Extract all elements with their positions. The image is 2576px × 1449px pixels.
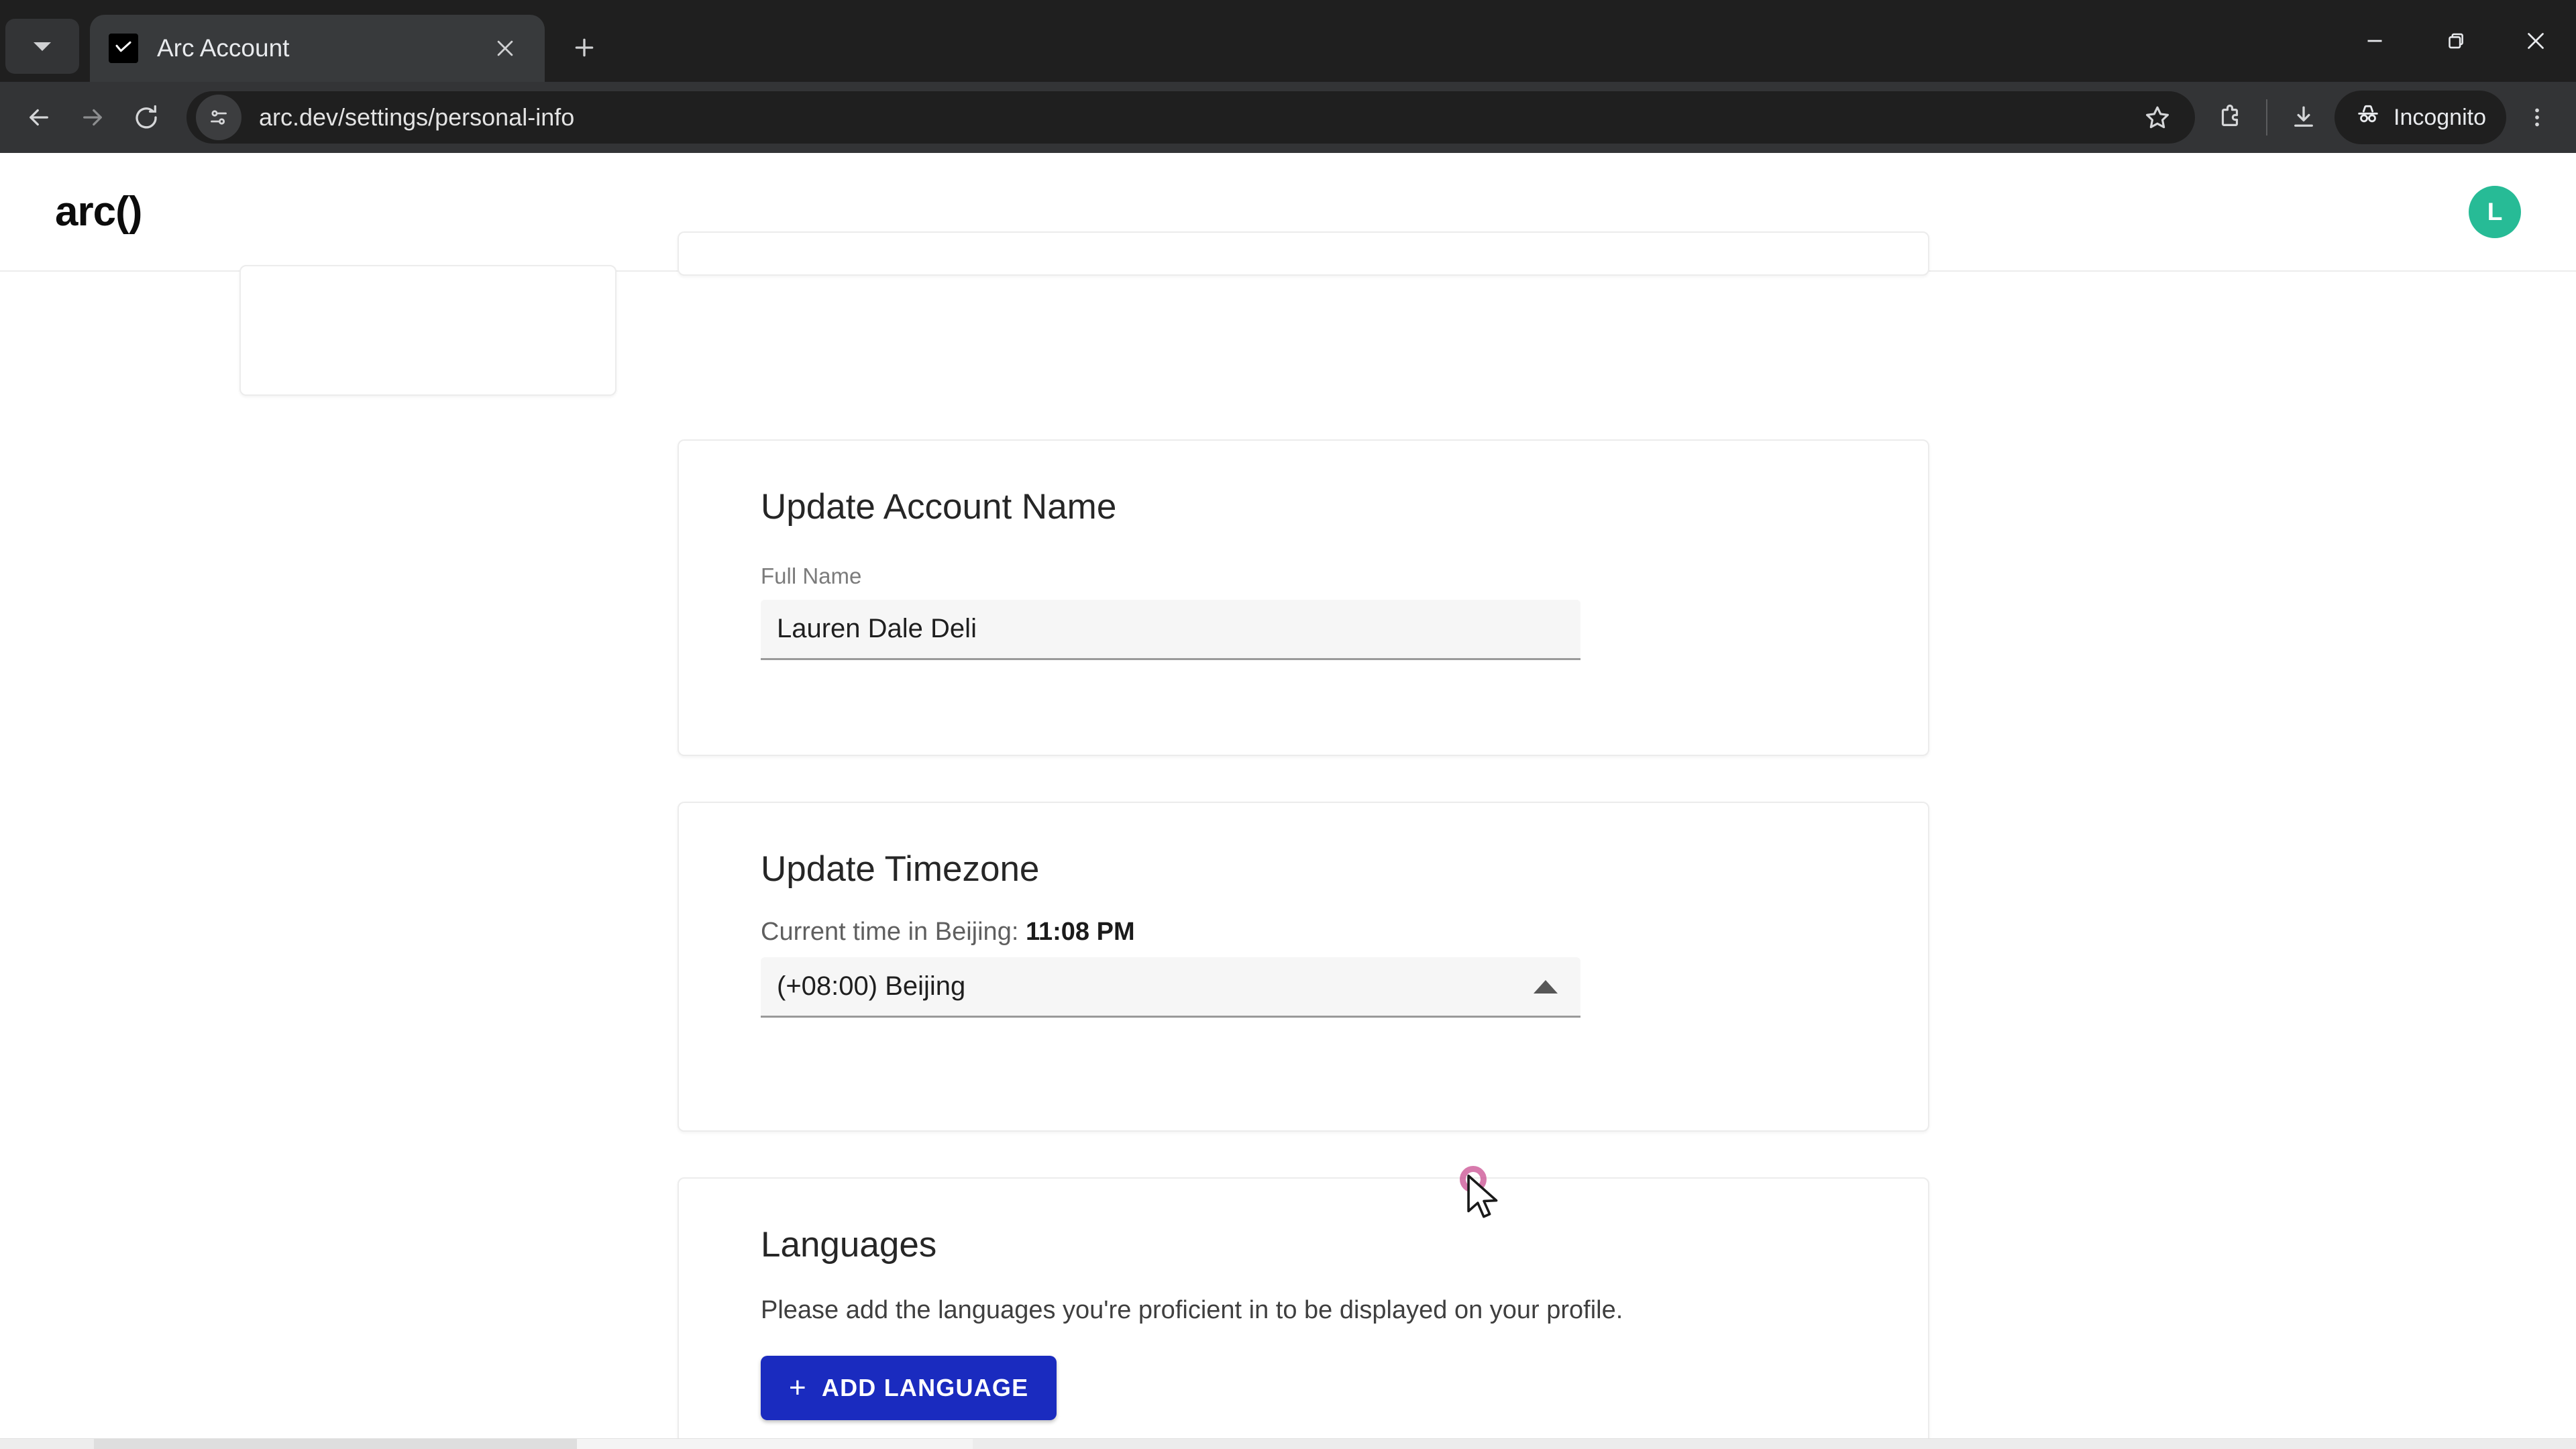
browser-window: Arc Account arc.dev/settings/personal-in… [0,0,2576,1449]
star-icon[interactable] [2131,91,2184,144]
taskbar-strip [0,1438,2576,1449]
languages-description: Please add the languages you're proficie… [761,1296,1623,1324]
page-viewport: arc() L Update Account Name Full Name La… [0,153,2576,1449]
card-title-account-name: Update Account Name [761,487,1117,527]
download-icon[interactable] [2277,91,2330,144]
card-title-languages: Languages [761,1225,937,1265]
plus-icon: + [789,1371,807,1404]
forward-arrow-icon[interactable] [66,91,119,144]
restore-icon[interactable] [2415,0,2496,82]
caret-up-icon[interactable] [1534,979,1558,994]
full-name-label: Full Name [761,564,862,588]
url-text: arc.dev/settings/personal-info [259,103,575,131]
taskbar-seg-right [973,1439,2576,1449]
update-timezone-card: Update Timezone Current time in Beijing:… [678,802,1929,1132]
taskbar-seg-mid [94,1439,577,1449]
mouse-cursor [1466,1174,1504,1226]
browser-toolbar: arc.dev/settings/personal-info Incognito [0,82,2576,153]
timezone-select[interactable]: (+08:00) Beijing [761,957,1580,1018]
update-account-name-card: Update Account Name Full Name Lauren Dal… [678,439,1929,756]
window-controls [2334,0,2576,82]
minimize-icon[interactable] [2334,0,2415,82]
chevron-down-icon [34,42,51,51]
card-title-timezone: Update Timezone [761,849,1040,889]
full-name-input[interactable]: Lauren Dale Deli [761,600,1580,660]
full-name-value: Lauren Dale Deli [777,614,977,643]
arc-check-icon [109,34,138,63]
incognito-hat-icon [2355,101,2381,134]
tab-strip: Arc Account [0,0,2576,82]
previous-card-partial [678,231,1929,276]
incognito-indicator[interactable]: Incognito [2334,91,2506,144]
kebab-menu-icon[interactable] [2510,91,2564,144]
toolbar-divider [2266,99,2267,136]
browser-tab[interactable]: Arc Account [90,15,545,82]
taskbar-seg-left [0,1439,94,1449]
settings-sidebar-card[interactable] [239,265,616,396]
reload-icon[interactable] [119,91,173,144]
timezone-selected-value: (+08:00) Beijing [777,971,966,1001]
incognito-label: Incognito [2394,104,2486,130]
tab-title: Arc Account [157,34,290,62]
back-arrow-icon[interactable] [12,91,66,144]
arc-logo[interactable]: arc() [55,188,142,235]
window-close-icon[interactable] [2496,0,2576,82]
avatar[interactable]: L [2469,185,2521,238]
tune-sliders-icon[interactable] [196,95,241,140]
tab-close-icon[interactable] [484,28,526,69]
address-bar[interactable]: arc.dev/settings/personal-info [186,91,2195,144]
extensions-puzzle-icon[interactable] [2203,91,2257,144]
new-tab-button[interactable] [559,23,609,72]
settings-content: Update Account Name Full Name Lauren Dal… [0,231,2576,1449]
add-language-button[interactable]: + ADD LANGUAGE [761,1356,1057,1420]
current-time-value: 11:08 PM [1025,918,1135,946]
tab-search-button[interactable] [5,19,79,74]
current-time-line: Current time in Beijing: 11:08 PM [761,918,1846,947]
languages-card: Languages Please add the languages you'r… [678,1177,1929,1449]
current-time-prefix: Current time in Beijing: [761,918,1019,946]
add-language-label: ADD LANGUAGE [821,1374,1029,1401]
